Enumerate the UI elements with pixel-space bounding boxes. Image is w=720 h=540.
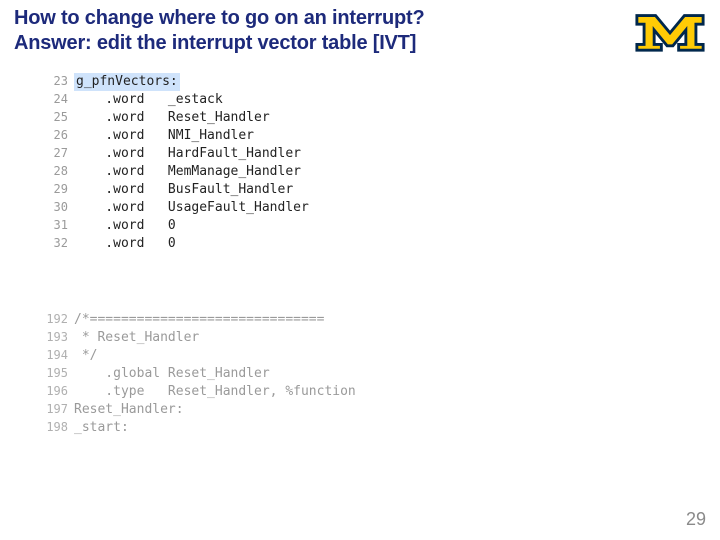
code-line: 32 .word 0 xyxy=(32,234,452,252)
code-line: 192 /*============================== xyxy=(32,310,452,328)
m-logo-icon xyxy=(634,8,706,52)
line-number: 196 xyxy=(32,382,74,400)
code-text: .word UsageFault_Handler xyxy=(74,199,309,217)
code-line: 29 .word BusFault_Handler xyxy=(32,180,452,198)
code-text: .word MemManage_Handler xyxy=(74,163,301,181)
line-number: 30 xyxy=(32,198,74,216)
page-number: 29 xyxy=(686,509,706,530)
code-text: Reset_Handler: xyxy=(74,401,184,419)
code-line: 30 .word UsageFault_Handler xyxy=(32,198,452,216)
code-line: 28 .word MemManage_Handler xyxy=(32,162,452,180)
slide-title: How to change where to go on an interrup… xyxy=(14,6,574,56)
code-line: 197 Reset_Handler: xyxy=(32,400,452,418)
line-number: 195 xyxy=(32,364,74,382)
line-number: 192 xyxy=(32,310,74,328)
code-line: 25 .word Reset_Handler xyxy=(32,108,452,126)
code-text: .global Reset_Handler xyxy=(74,365,270,383)
code-text: g_pfnVectors: xyxy=(74,73,180,91)
code-line: 26 .word NMI_Handler xyxy=(32,126,452,144)
line-number: 29 xyxy=(32,180,74,198)
code-text: _start: xyxy=(74,419,129,437)
line-number: 26 xyxy=(32,126,74,144)
code-text: .word _estack xyxy=(74,91,223,109)
code-block-reset: 192 /*============================== 193… xyxy=(32,310,452,436)
code-line: 194 */ xyxy=(32,346,452,364)
code-text: .word Reset_Handler xyxy=(74,109,270,127)
line-number: 25 xyxy=(32,108,74,126)
code-line: 198 _start: xyxy=(32,418,452,436)
code-line: 196 .type Reset_Handler, %function xyxy=(32,382,452,400)
code-text: .word NMI_Handler xyxy=(74,127,254,145)
code-line: 31 .word 0 xyxy=(32,216,452,234)
line-number: 28 xyxy=(32,162,74,180)
code-line: 24 .word _estack xyxy=(32,90,452,108)
code-text: .word BusFault_Handler xyxy=(74,181,293,199)
line-number: 23 xyxy=(32,72,74,90)
line-number: 198 xyxy=(32,418,74,436)
line-number: 27 xyxy=(32,144,74,162)
code-line: 27 .word HardFault_Handler xyxy=(32,144,452,162)
code-text: .word HardFault_Handler xyxy=(74,145,301,163)
code-block-ivt: 23 g_pfnVectors: 24 .word _estack 25 .wo… xyxy=(32,72,452,252)
line-number: 193 xyxy=(32,328,74,346)
line-number: 194 xyxy=(32,346,74,364)
code-text: .word 0 xyxy=(74,217,176,235)
code-text: .type Reset_Handler, %function xyxy=(74,383,356,401)
code-text: .word 0 xyxy=(74,235,176,253)
title-line-1: How to change where to go on an interrup… xyxy=(14,6,574,31)
line-number: 197 xyxy=(32,400,74,418)
slide: How to change where to go on an interrup… xyxy=(0,0,720,540)
title-line-2: Answer: edit the interrupt vector table … xyxy=(14,31,574,56)
code-text: */ xyxy=(74,347,97,365)
code-text: * Reset_Handler xyxy=(74,329,199,347)
code-text: /*============================== xyxy=(74,311,324,329)
line-number: 31 xyxy=(32,216,74,234)
code-line: 195 .global Reset_Handler xyxy=(32,364,452,382)
line-number: 24 xyxy=(32,90,74,108)
code-line: 193 * Reset_Handler xyxy=(32,328,452,346)
line-number: 32 xyxy=(32,234,74,252)
code-line: 23 g_pfnVectors: xyxy=(32,72,452,90)
